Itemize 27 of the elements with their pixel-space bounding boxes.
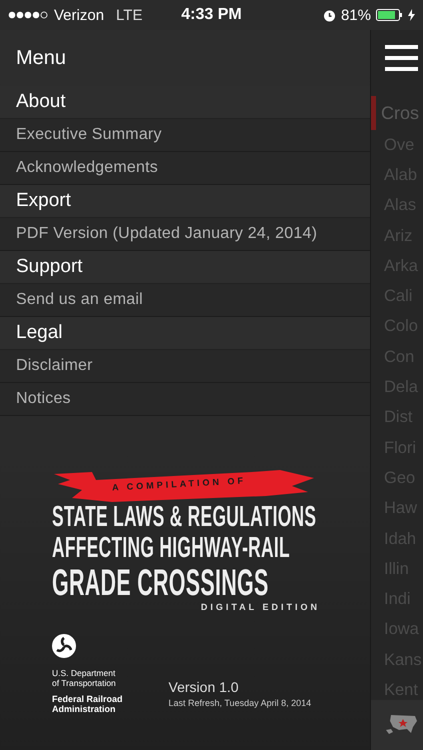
- alarm-icon: [322, 8, 336, 22]
- menu-item[interactable]: PDF Version (Updated January 24, 2014): [0, 218, 370, 251]
- menu-icon[interactable]: [385, 45, 418, 71]
- signal-icon: [8, 11, 48, 19]
- menu-item[interactable]: Executive Summary: [0, 119, 370, 152]
- banner-text: A COMPILATION OF: [112, 476, 246, 492]
- charging-icon: [408, 9, 415, 21]
- menu-item[interactable]: Notices: [0, 383, 370, 416]
- logo-title-line: GRADE CROSSINGS: [52, 564, 269, 602]
- battery-percent: 81%: [340, 6, 371, 24]
- administration-name: Federal Railroad Administration: [52, 694, 123, 714]
- edition-label: DIGITAL EDITION: [200, 602, 320, 612]
- logo-title-line: AFFECTING HIGHWAY-RAIL: [52, 533, 290, 564]
- menu-item[interactable]: Acknowledgements: [0, 152, 370, 185]
- menu-title: Menu: [16, 46, 66, 70]
- carrier-name: Verizon: [54, 6, 104, 24]
- last-refresh-text: Last Refresh, Tuesday April 8, 2014: [168, 698, 312, 708]
- department-name: U.S. Department of Transportation: [52, 668, 117, 688]
- battery-icon: [376, 9, 403, 21]
- network-type: LTE: [116, 6, 142, 24]
- dot-emblem-icon: [52, 634, 76, 658]
- version-label: Version 1.0: [168, 679, 240, 695]
- logo-title-line: STATE LAWS & REGULATIONS: [52, 502, 316, 533]
- menu-item[interactable]: Send us an email: [0, 284, 370, 317]
- clock-time: 4:33 PM: [181, 6, 242, 23]
- us-map-icon[interactable]: [385, 713, 419, 737]
- menu-item[interactable]: Disclaimer: [0, 350, 370, 383]
